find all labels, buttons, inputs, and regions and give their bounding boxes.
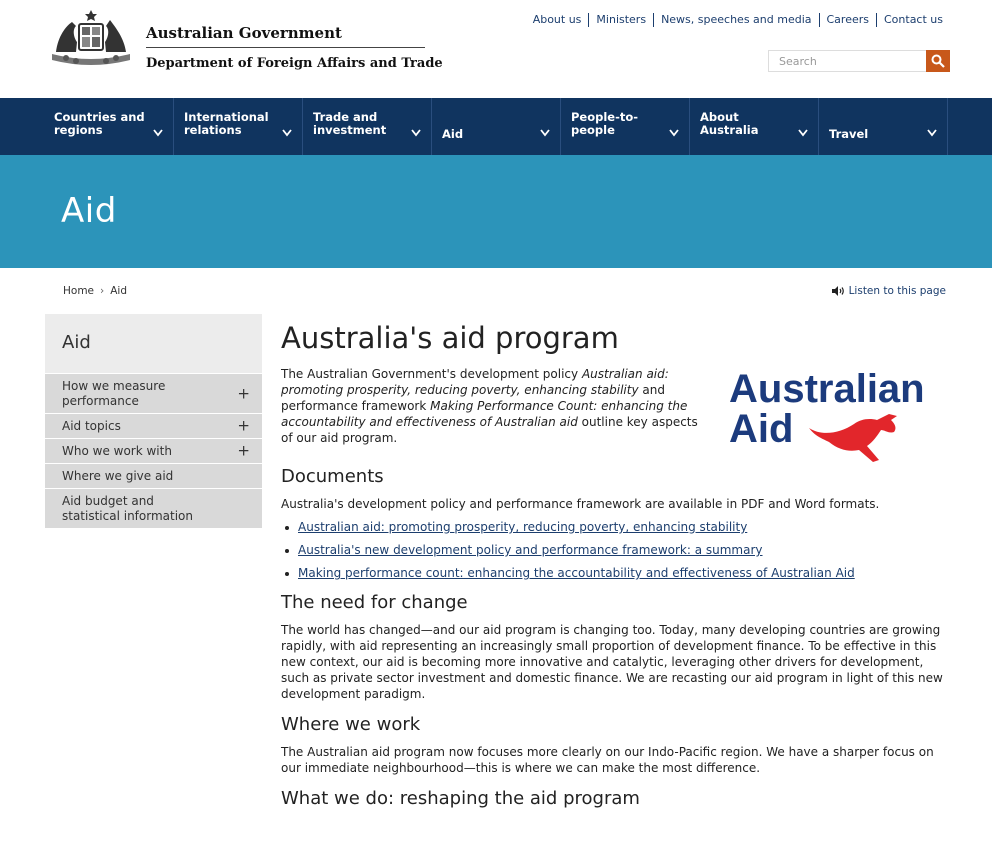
nav-label: About Australia	[700, 110, 759, 137]
kangaroo-icon	[809, 414, 897, 462]
sidebar-item-label: Aid budget and statistical information	[62, 494, 193, 523]
australian-aid-logo: Australian Aid	[729, 367, 925, 462]
ministers-link[interactable]: Ministers	[588, 13, 653, 27]
chevron-down-icon	[153, 129, 163, 137]
logo-line-1: Australian	[729, 367, 925, 411]
nav-label: Trade and investment	[313, 110, 387, 137]
utility-links: About us Ministers News, speeches and me…	[526, 13, 950, 27]
main-navigation: Countries and regions International rela…	[0, 98, 992, 155]
nav-countries-regions[interactable]: Countries and regions	[44, 98, 174, 155]
department-title: Department of Foreign Affairs and Trade	[146, 56, 443, 71]
nav-label: People-to-people	[571, 110, 639, 137]
list-item: Australia's new development policy and p…	[281, 543, 951, 558]
documents-text: Australia's development policy and perfo…	[281, 497, 880, 511]
header-divider	[146, 47, 425, 48]
chevron-down-icon	[669, 129, 679, 137]
search-box	[768, 50, 950, 72]
sidebar-item-label: How we measure performance	[62, 379, 166, 408]
sidebar-item-aid-topics[interactable]: Aid topics +	[45, 413, 262, 438]
expand-plus-icon[interactable]: +	[237, 418, 250, 434]
government-title: Australian Government	[146, 24, 342, 42]
search-button[interactable]	[926, 50, 950, 72]
speaker-icon	[831, 286, 844, 296]
sidebar-title: Aid	[45, 314, 262, 373]
page-title: Australia's aid program	[281, 321, 619, 355]
about-us-link[interactable]: About us	[526, 13, 589, 27]
sidebar-item-how-we-measure-performance[interactable]: How we measure performance +	[45, 373, 262, 413]
breadcrumb-current: Aid	[110, 285, 127, 297]
list-item: Making performance count: enhancing the …	[281, 566, 951, 581]
chevron-down-icon	[411, 129, 421, 137]
what-we-do-heading: What we do: reshaping the aid program	[281, 788, 640, 809]
chevron-down-icon	[540, 129, 550, 137]
where-we-work-heading: Where we work	[281, 714, 421, 735]
nav-label: International relations	[184, 110, 269, 137]
contact-us-link[interactable]: Contact us	[876, 13, 950, 27]
listen-button[interactable]: Listen to this page	[831, 285, 946, 297]
intro-paragraph: The Australian Government's development …	[281, 366, 701, 446]
chevron-down-icon	[282, 129, 292, 137]
logo-line-2: Aid	[729, 407, 793, 451]
where-we-work-text: The Australian aid program now focuses m…	[281, 745, 934, 775]
breadcrumb-home[interactable]: Home	[63, 285, 94, 297]
coat-of-arms-logo[interactable]	[46, 8, 136, 70]
search-icon	[931, 54, 945, 68]
nav-label: Countries and regions	[54, 110, 145, 137]
document-link[interactable]: Making performance count: enhancing the …	[298, 566, 855, 580]
sidebar-item-label: Who we work with	[62, 444, 172, 458]
need-for-change-heading: The need for change	[281, 592, 468, 613]
banner-title: Aid	[61, 191, 117, 231]
need-for-change-text: The world has changed—and our aid progra…	[281, 623, 943, 701]
intro-text-1: The Australian Government's development …	[281, 367, 582, 381]
nav-label: Travel	[829, 127, 869, 141]
expand-plus-icon[interactable]: +	[237, 386, 250, 401]
document-link[interactable]: Australian aid: promoting prosperity, re…	[298, 520, 747, 534]
breadcrumb-separator: ›	[100, 285, 105, 297]
nav-trade-investment[interactable]: Trade and investment	[303, 98, 432, 155]
nav-travel[interactable]: Travel	[819, 98, 948, 155]
breadcrumb: Home › Aid	[63, 285, 127, 297]
nav-people-to-people[interactable]: People-to-people	[561, 98, 690, 155]
page-banner: Aid	[0, 155, 992, 268]
site-header: Australian Government Department of Fore…	[0, 0, 992, 98]
sidebar-item-where-we-give-aid[interactable]: Where we give aid	[45, 463, 262, 488]
search-input[interactable]	[768, 50, 926, 72]
documents-list: Australian aid: promoting prosperity, re…	[281, 520, 951, 581]
listen-label: Listen to this page	[848, 285, 946, 297]
document-link[interactable]: Australia's new development policy and p…	[298, 543, 763, 557]
nav-label: Aid	[442, 127, 464, 141]
nav-international-relations[interactable]: International relations	[174, 98, 303, 155]
nav-aid[interactable]: Aid	[432, 98, 561, 155]
expand-plus-icon[interactable]: +	[237, 443, 250, 459]
sidebar: Aid How we measure performance + Aid top…	[45, 314, 262, 528]
chevron-down-icon	[927, 129, 937, 137]
nav-about-australia[interactable]: About Australia	[690, 98, 819, 155]
sidebar-item-label: Where we give aid	[62, 469, 174, 483]
careers-link[interactable]: Careers	[818, 13, 877, 27]
sidebar-item-label: Aid topics	[62, 419, 121, 433]
main-content: Australia's aid program The Australian G…	[281, 318, 951, 810]
sidebar-item-who-we-work-with[interactable]: Who we work with +	[45, 438, 262, 463]
list-item: Australian aid: promoting prosperity, re…	[281, 520, 951, 535]
chevron-down-icon	[798, 129, 808, 137]
sidebar-item-aid-budget[interactable]: Aid budget and statistical information	[45, 488, 262, 528]
news-link[interactable]: News, speeches and media	[653, 13, 818, 27]
documents-heading: Documents	[281, 466, 384, 487]
